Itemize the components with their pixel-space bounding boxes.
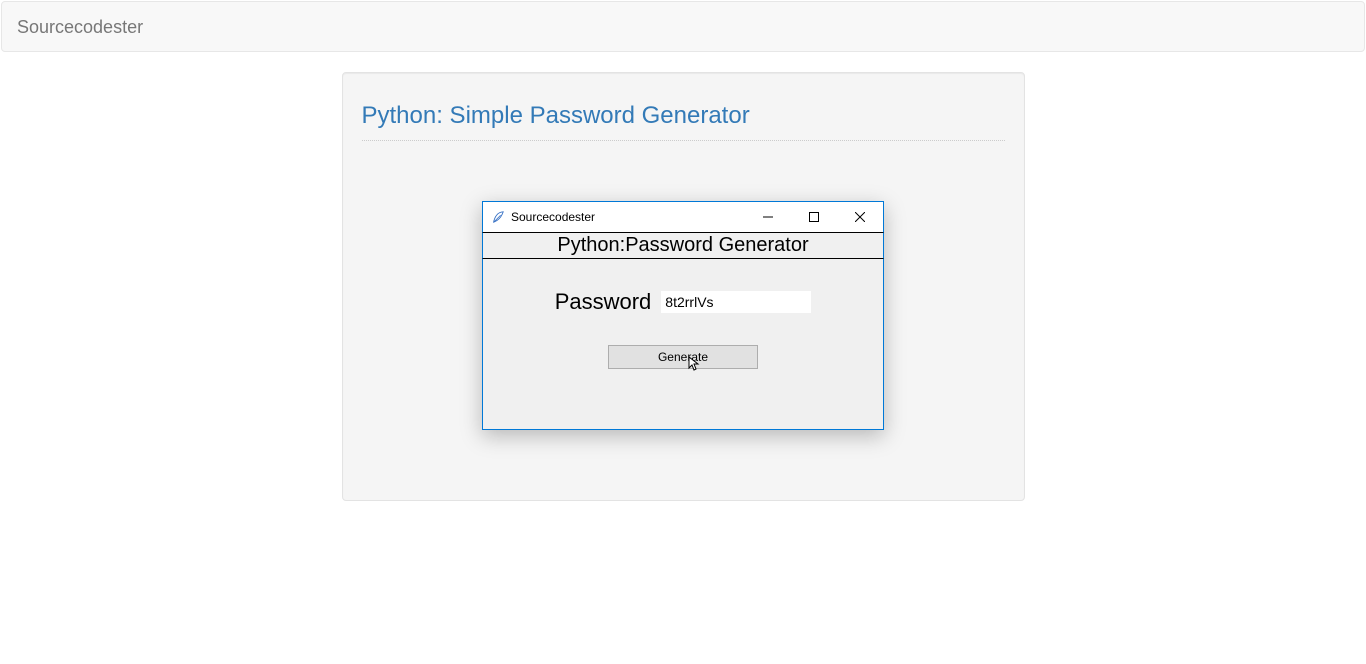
divider bbox=[362, 140, 1005, 141]
generate-button[interactable]: Generate bbox=[608, 345, 758, 369]
navbar-brand[interactable]: Sourcecodester bbox=[17, 17, 143, 37]
panel-body: Sourcecodester Python:Password Generator bbox=[362, 161, 1005, 481]
page-title: Python: Simple Password Generator bbox=[362, 102, 1005, 130]
app-body: Password Generate bbox=[483, 259, 883, 429]
app-window: Sourcecodester Python:Password Generator bbox=[482, 201, 884, 430]
titlebar-left: Sourcecodester bbox=[491, 210, 595, 224]
app-header-text: Python:Password Generator bbox=[557, 234, 808, 256]
close-button[interactable] bbox=[837, 202, 883, 232]
app-header: Python:Password Generator bbox=[482, 232, 884, 259]
window-titlebar: Sourcecodester bbox=[483, 202, 883, 232]
navbar: Sourcecodester bbox=[1, 1, 1365, 52]
maximize-button[interactable] bbox=[791, 202, 837, 232]
generate-button-label: Generate bbox=[658, 350, 708, 364]
titlebar-controls bbox=[745, 202, 883, 232]
window-title: Sourcecodester bbox=[511, 210, 595, 224]
minimize-button[interactable] bbox=[745, 202, 791, 232]
feather-icon bbox=[491, 210, 505, 224]
content-panel: Python: Simple Password Generator Source… bbox=[342, 72, 1025, 501]
password-row: Password bbox=[503, 289, 863, 315]
password-field[interactable] bbox=[661, 291, 811, 313]
password-label: Password bbox=[555, 289, 652, 315]
